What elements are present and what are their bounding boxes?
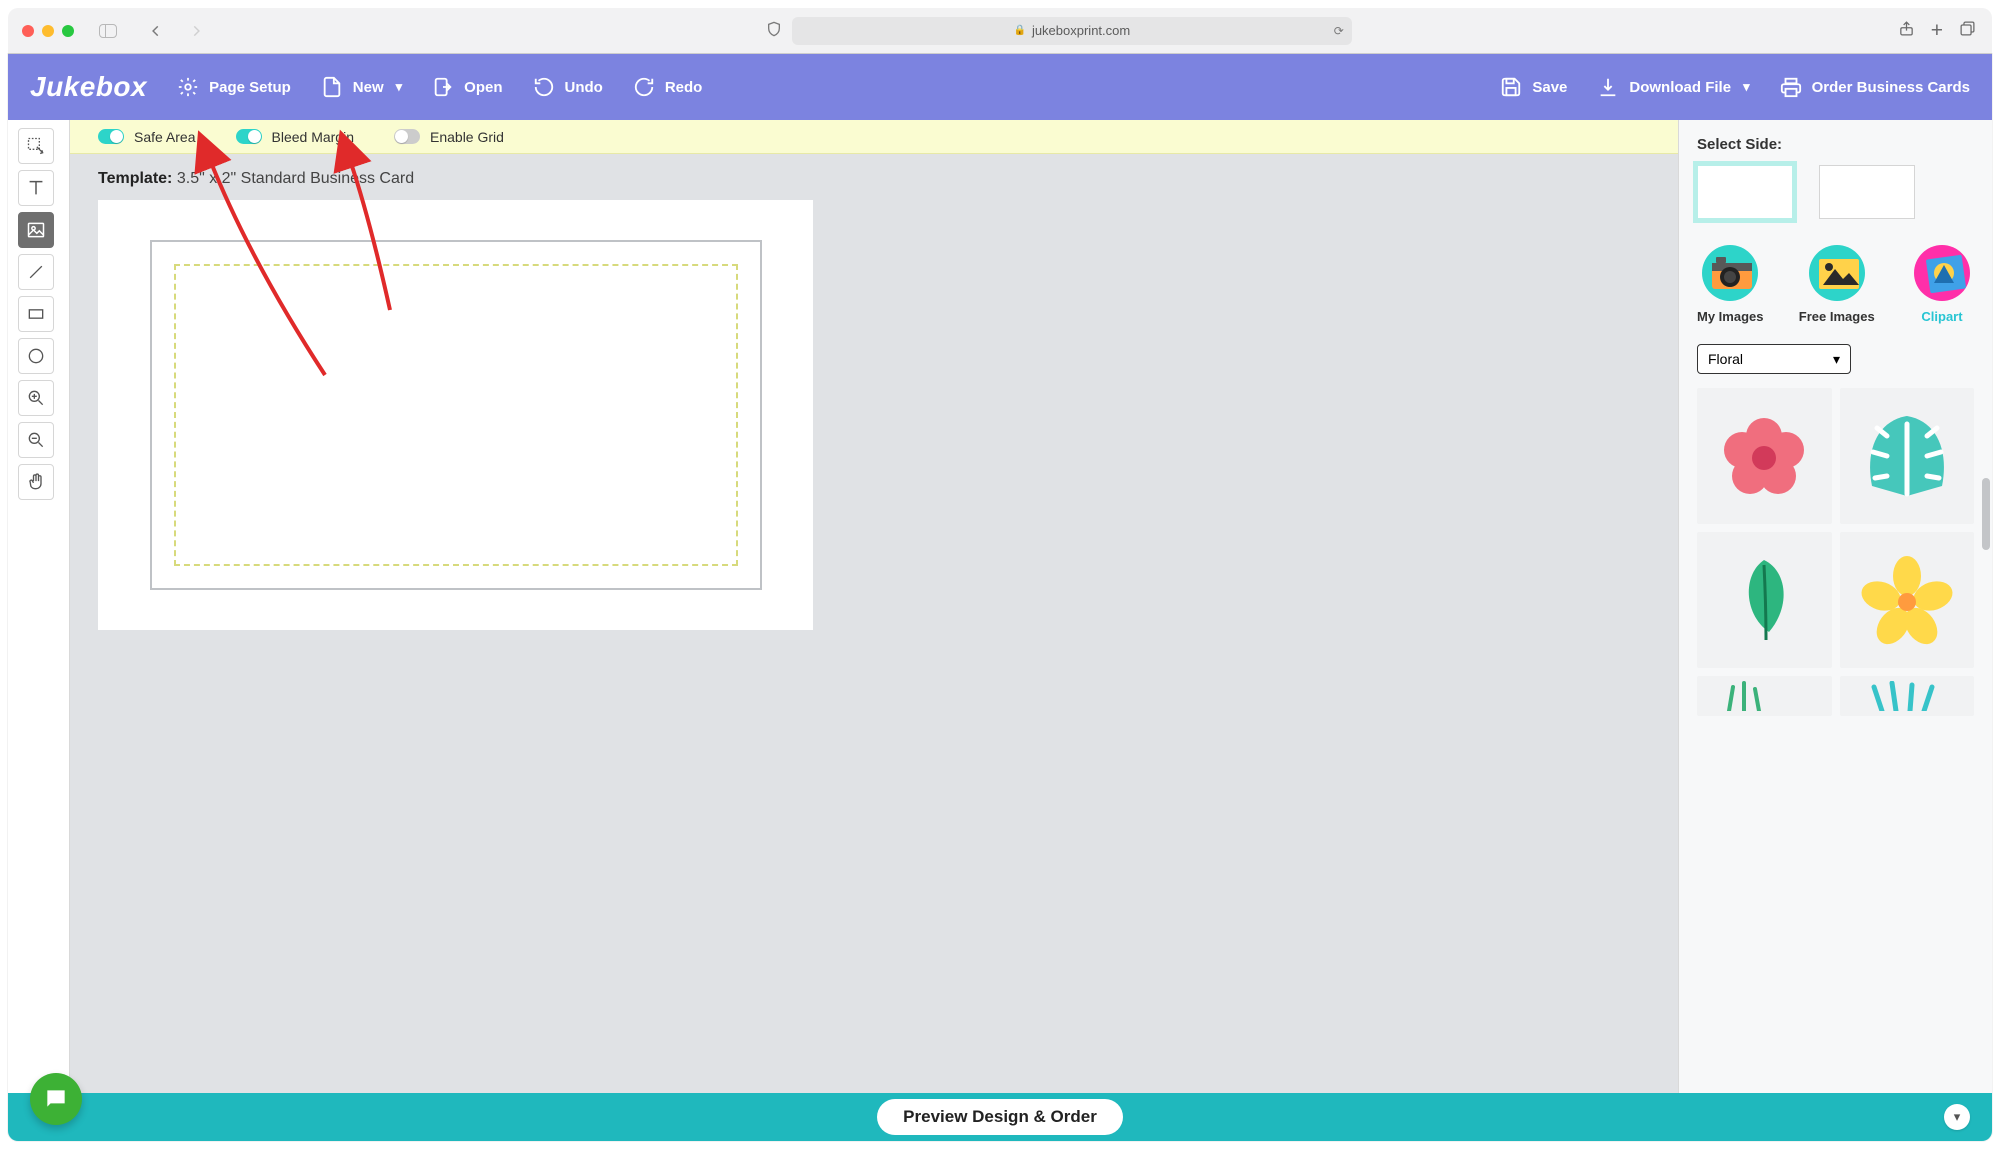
app-toolbar: Jukebox Page Setup New ▾ Open Undo Redo … <box>8 54 1992 120</box>
tool-text[interactable] <box>18 170 54 206</box>
toggle-switch[interactable] <box>394 129 420 144</box>
new-button[interactable]: New ▾ <box>321 76 402 98</box>
clipart-item[interactable] <box>1840 532 1975 668</box>
clipart-item[interactable] <box>1697 388 1832 524</box>
card-bleed <box>150 240 762 590</box>
clipart-grid <box>1697 388 1974 716</box>
chevron-down-icon: ▾ <box>1743 79 1750 95</box>
tool-rectangle[interactable] <box>18 296 54 332</box>
clipart-item[interactable] <box>1697 532 1832 668</box>
tool-zoom-out[interactable] <box>18 422 54 458</box>
import-icon <box>432 76 454 98</box>
browser-chrome: 🔒 jukeboxprint.com ⟳ + <box>8 8 1992 54</box>
clipart-icon <box>1910 243 1974 303</box>
save-icon <box>1500 76 1522 98</box>
bottom-collapse[interactable]: ▾ <box>1944 1104 1970 1130</box>
tab-clipart[interactable]: Clipart <box>1910 243 1974 324</box>
open-button[interactable]: Open <box>432 76 502 98</box>
order-button[interactable]: Order Business Cards <box>1780 76 1970 98</box>
side-front-thumb[interactable] <box>1697 165 1793 219</box>
tool-zoom-in[interactable] <box>18 380 54 416</box>
undo-button[interactable]: Undo <box>533 76 603 98</box>
view-options-bar: Safe Area Bleed Margin Enable Grid <box>70 120 1678 154</box>
side-back-thumb[interactable] <box>1819 165 1915 219</box>
tabs-icon[interactable] <box>1959 20 1976 42</box>
sidebar-toggle[interactable] <box>95 18 121 44</box>
clipart-item[interactable] <box>1840 676 1975 716</box>
toggle-switch[interactable] <box>98 129 124 144</box>
window-minimize[interactable] <box>42 25 54 37</box>
chat-launcher[interactable] <box>30 1073 82 1125</box>
clipart-item[interactable] <box>1840 388 1975 524</box>
new-tab-icon[interactable]: + <box>1931 19 1943 43</box>
card-safe-area <box>174 264 738 566</box>
preview-order-button[interactable]: Preview Design & Order <box>877 1099 1123 1135</box>
left-tool-rail <box>8 120 70 1093</box>
tool-line[interactable] <box>18 254 54 290</box>
select-side-label: Select Side: <box>1697 136 1974 153</box>
redo-button[interactable]: Redo <box>633 76 703 98</box>
app-window: Jukebox Page Setup New ▾ Open Undo Redo … <box>8 54 1992 1141</box>
toggle-bleed[interactable]: Bleed Margin <box>236 129 355 145</box>
address-url: jukeboxprint.com <box>1032 23 1130 38</box>
privacy-shield-icon[interactable] <box>766 21 782 41</box>
gear-icon <box>177 76 199 98</box>
file-icon <box>321 76 343 98</box>
window-zoom[interactable] <box>62 25 74 37</box>
tool-image[interactable] <box>18 212 54 248</box>
toggle-switch[interactable] <box>236 129 262 144</box>
clipart-category-select[interactable]: Floral ▾ <box>1697 344 1851 374</box>
toggle-grid[interactable]: Enable Grid <box>394 129 504 145</box>
window-traffic-lights <box>22 25 74 37</box>
tab-my-images[interactable]: My Images <box>1697 243 1763 324</box>
address-bar[interactable]: 🔒 jukeboxprint.com ⟳ <box>792 17 1352 45</box>
tool-pan[interactable] <box>18 464 54 500</box>
lock-icon: 🔒 <box>1013 25 1025 36</box>
clipart-item[interactable] <box>1697 676 1832 716</box>
window-close[interactable] <box>22 25 34 37</box>
canvas-area[interactable] <box>98 200 813 630</box>
logo[interactable]: Jukebox <box>30 71 147 103</box>
reload-icon[interactable]: ⟳ <box>1334 24 1344 38</box>
redo-icon <box>633 76 655 98</box>
camera-icon <box>1698 243 1762 303</box>
right-panel: Select Side: My Images <box>1678 120 1992 1093</box>
download-button[interactable]: Download File ▾ <box>1597 76 1749 98</box>
template-label: Template: 3.5" x 2" Standard Business Ca… <box>70 154 1678 196</box>
nav-forward[interactable] <box>183 18 209 44</box>
toggle-safe-area[interactable]: Safe Area <box>98 129 196 145</box>
save-button[interactable]: Save <box>1500 76 1567 98</box>
chevron-down-icon: ▾ <box>1833 351 1840 368</box>
nav-back[interactable] <box>143 18 169 44</box>
printer-icon <box>1780 76 1802 98</box>
tool-select[interactable] <box>18 128 54 164</box>
share-icon[interactable] <box>1898 20 1915 42</box>
tool-circle[interactable] <box>18 338 54 374</box>
gallery-icon <box>1805 243 1869 303</box>
page-setup-button[interactable]: Page Setup <box>177 76 291 98</box>
right-scrollbar[interactable] <box>1982 478 1990 1081</box>
tab-free-images[interactable]: Free Images <box>1799 243 1875 324</box>
undo-icon <box>533 76 555 98</box>
chevron-down-icon: ▾ <box>396 79 403 95</box>
bottom-bar: Preview Design & Order ▾ <box>8 1093 1992 1141</box>
download-icon <box>1597 76 1619 98</box>
